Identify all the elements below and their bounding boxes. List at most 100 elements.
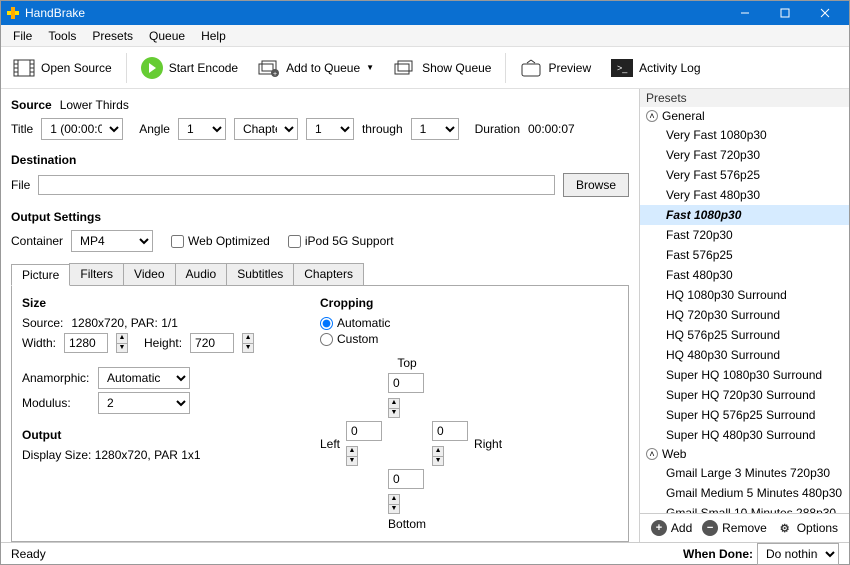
crop-top-label: Top (397, 356, 416, 370)
crop-left-spinner[interactable]: ▲▼ (346, 446, 358, 466)
when-done-select[interactable]: Do nothing (757, 543, 839, 565)
open-source-button[interactable]: Open Source (5, 54, 120, 82)
tab-filters[interactable]: Filters (69, 263, 124, 285)
crop-left-input[interactable] (346, 421, 382, 441)
web-optimized-checkbox[interactable]: Web Optimized (171, 234, 270, 248)
chevron-up-icon: ˄ (646, 448, 658, 460)
preset-item[interactable]: Super HQ 1080p30 Surround (640, 365, 849, 385)
preset-group[interactable]: ˄Web (640, 445, 849, 463)
status-bar: Ready When Done: Do nothing (1, 542, 849, 564)
close-button[interactable] (805, 1, 845, 25)
crop-right-label: Right (474, 437, 502, 451)
tv-icon (520, 58, 542, 78)
main-panel: Source Lower Thirds Title 1 (00:00:07) A… (1, 89, 639, 542)
width-label: Width: (22, 336, 56, 350)
play-icon (141, 57, 163, 79)
width-spinner[interactable]: ▲▼ (116, 333, 128, 353)
cropping-automatic-radio[interactable]: Automatic (320, 316, 618, 330)
cropping-custom-radio[interactable]: Custom (320, 332, 618, 346)
tab-chapters[interactable]: Chapters (293, 263, 364, 285)
crop-top-spinner[interactable]: ▲▼ (388, 398, 400, 418)
angle-select[interactable]: 1 (178, 118, 226, 140)
crop-bottom-spinner[interactable]: ▲▼ (388, 494, 400, 514)
preview-button[interactable]: Preview (512, 54, 599, 82)
browse-button[interactable]: Browse (563, 173, 629, 197)
crop-left-label: Left (320, 437, 340, 451)
height-label: Height: (144, 336, 182, 350)
preset-item[interactable]: Very Fast 720p30 (640, 145, 849, 165)
destination-file-input[interactable] (38, 175, 555, 195)
tab-video[interactable]: Video (123, 263, 175, 285)
crop-bottom-input[interactable] (388, 469, 424, 489)
preset-add-button[interactable]: +Add (651, 520, 692, 536)
minimize-button[interactable] (725, 1, 765, 25)
picture-source-label: Source: (22, 316, 63, 330)
add-to-queue-button[interactable]: + Add to Queue ▼ (250, 54, 382, 82)
preset-item[interactable]: Gmail Medium 5 Minutes 480p30 (640, 483, 849, 503)
ipod-5g-checkbox[interactable]: iPod 5G Support (288, 234, 394, 248)
menu-file[interactable]: File (5, 27, 40, 45)
preset-tree[interactable]: ˄GeneralVery Fast 1080p30Very Fast 720p3… (640, 107, 849, 513)
container-select[interactable]: MP4 (71, 230, 153, 252)
height-input[interactable] (190, 333, 234, 353)
preset-item[interactable]: Gmail Large 3 Minutes 720p30 (640, 463, 849, 483)
open-source-label: Open Source (41, 61, 112, 75)
menu-queue[interactable]: Queue (141, 27, 193, 45)
start-encode-label: Start Encode (169, 61, 238, 75)
source-label: Source (11, 98, 52, 112)
show-queue-button[interactable]: Show Queue (386, 54, 499, 82)
when-done-label: When Done: (683, 547, 753, 561)
toolbar: Open Source Start Encode + Add to Queue … (1, 47, 849, 89)
maximize-button[interactable] (765, 1, 805, 25)
crop-right-spinner[interactable]: ▲▼ (432, 446, 444, 466)
preset-group[interactable]: ˄General (640, 107, 849, 125)
modulus-label: Modulus: (22, 396, 90, 410)
crop-right-input[interactable] (432, 421, 468, 441)
tab-audio[interactable]: Audio (175, 263, 228, 285)
anamorphic-select[interactable]: Automatic (98, 367, 190, 389)
status-text: Ready (11, 547, 46, 561)
anamorphic-label: Anamorphic: (22, 371, 90, 385)
activity-log-label: Activity Log (639, 61, 700, 75)
presets-panel: Presets ˄GeneralVery Fast 1080p30Very Fa… (639, 89, 849, 542)
preset-item[interactable]: Very Fast 576p25 (640, 165, 849, 185)
preset-item[interactable]: HQ 576p25 Surround (640, 325, 849, 345)
menu-tools[interactable]: Tools (40, 27, 84, 45)
preset-item[interactable]: Super HQ 720p30 Surround (640, 385, 849, 405)
menu-bar: File Tools Presets Queue Help (1, 25, 849, 47)
preset-item[interactable]: Fast 1080p30 (640, 205, 849, 225)
tab-picture[interactable]: Picture (11, 264, 70, 286)
picture-source-value: 1280x720, PAR: 1/1 (71, 316, 178, 330)
chapter-to-select[interactable]: 1 (411, 118, 459, 140)
start-encode-button[interactable]: Start Encode (133, 53, 246, 83)
preset-item[interactable]: HQ 720p30 Surround (640, 305, 849, 325)
preset-item[interactable]: Fast 576p25 (640, 245, 849, 265)
output-settings-label: Output Settings (11, 210, 101, 224)
through-label: through (362, 122, 403, 136)
menu-help[interactable]: Help (193, 27, 234, 45)
height-spinner[interactable]: ▲▼ (242, 333, 254, 353)
preset-item[interactable]: Super HQ 480p30 Surround (640, 425, 849, 445)
preset-item[interactable]: HQ 1080p30 Surround (640, 285, 849, 305)
container-label: Container (11, 234, 63, 248)
preset-remove-button[interactable]: −Remove (702, 520, 767, 536)
title-select[interactable]: 1 (00:00:07) (41, 118, 123, 140)
app-icon (5, 5, 21, 21)
preset-item[interactable]: HQ 480p30 Surround (640, 345, 849, 365)
preset-item[interactable]: Fast 720p30 (640, 225, 849, 245)
crop-top-input[interactable] (388, 373, 424, 393)
chapter-from-select[interactable]: 1 (306, 118, 354, 140)
preset-item[interactable]: Super HQ 576p25 Surround (640, 405, 849, 425)
width-input[interactable] (64, 333, 108, 353)
web-optimized-label: Web Optimized (188, 234, 270, 248)
preset-item[interactable]: Very Fast 1080p30 (640, 125, 849, 145)
preset-options-button[interactable]: ⚙Options (777, 520, 838, 536)
activity-log-button[interactable]: >_ Activity Log (603, 55, 708, 81)
preset-item[interactable]: Gmail Small 10 Minutes 288p30 (640, 503, 849, 513)
range-type-select[interactable]: Chapters (234, 118, 298, 140)
modulus-select[interactable]: 2 (98, 392, 190, 414)
preset-item[interactable]: Very Fast 480p30 (640, 185, 849, 205)
tab-subtitles[interactable]: Subtitles (226, 263, 294, 285)
preset-item[interactable]: Fast 480p30 (640, 265, 849, 285)
menu-presets[interactable]: Presets (84, 27, 141, 45)
